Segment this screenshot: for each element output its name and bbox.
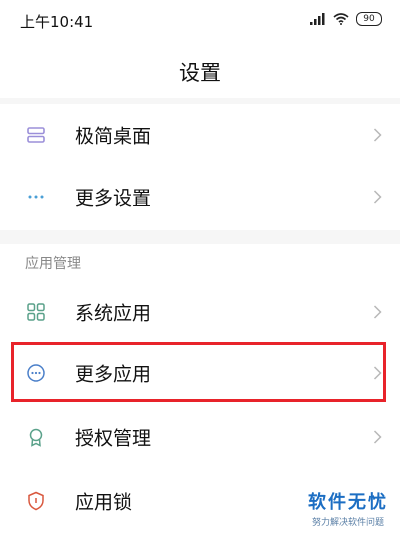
row-authorization-management[interactable]: 授权管理 <box>0 406 400 467</box>
row-label: 系统应用 <box>75 302 152 324</box>
chevron-right-icon <box>373 189 382 204</box>
watermark-main: 软件无忧 <box>308 492 388 513</box>
badge-icon <box>25 426 47 448</box>
watermark: 软件无忧 努力解决软件问题 <box>308 488 388 528</box>
row-label: 应用锁 <box>75 491 133 513</box>
section-header-app-management: 应用管理 <box>25 256 81 272</box>
minimal-desktop-icon <box>25 124 47 146</box>
chevron-right-icon <box>373 429 382 444</box>
more-dots-icon <box>25 186 47 208</box>
status-icons: 90 <box>310 12 382 26</box>
grid-apps-icon <box>25 301 47 323</box>
battery-icon: 90 <box>356 12 382 26</box>
page-title: 设置 <box>179 61 221 85</box>
watermark-sub: 努力解决软件问题 <box>311 518 384 528</box>
wifi-icon <box>333 13 349 25</box>
shield-lock-icon <box>25 490 47 512</box>
section-divider <box>0 230 400 244</box>
signal-icon <box>310 13 325 25</box>
row-label: 授权管理 <box>75 427 152 449</box>
row-minimal-desktop[interactable]: 极简桌面 <box>0 104 400 165</box>
row-more-settings[interactable]: 更多设置 <box>0 166 400 227</box>
row-system-apps[interactable]: 系统应用 <box>0 281 400 342</box>
row-label: 更多设置 <box>75 187 152 209</box>
highlight-box <box>11 342 386 402</box>
status-bar: 上午10:41 90 <box>0 0 400 40</box>
row-label: 极简桌面 <box>75 125 152 147</box>
status-time: 上午10:41 <box>20 13 94 31</box>
chevron-right-icon <box>373 127 382 142</box>
chevron-right-icon <box>373 304 382 319</box>
header: 设置 <box>0 40 400 100</box>
